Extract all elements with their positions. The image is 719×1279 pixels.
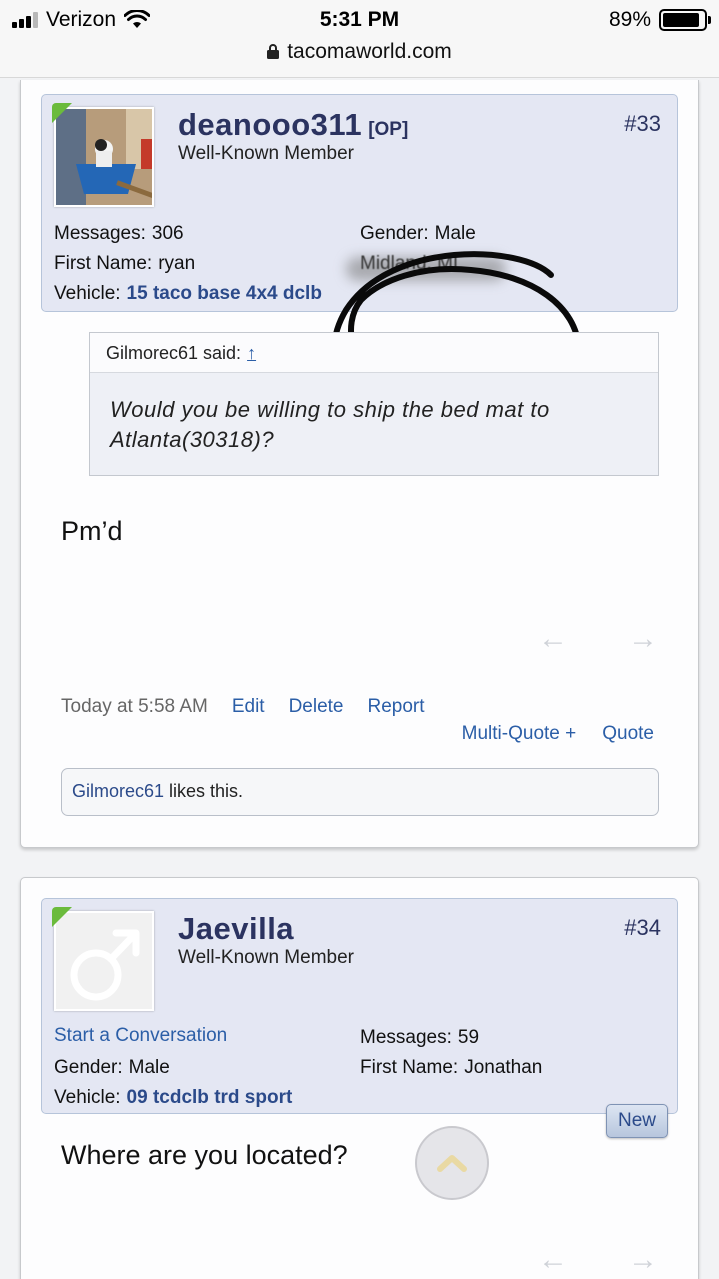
messages-value: 306 [151, 223, 184, 244]
next-arrow-icon[interactable]: → [628, 1243, 658, 1277]
username[interactable]: Jaevilla [178, 911, 294, 947]
firstname-stat: First Name: Jonathan [360, 1057, 542, 1079]
next-arrow-icon[interactable]: → [628, 622, 658, 656]
status-bar: Verizon 5:31 PM 89% tacomaworld.com [0, 0, 719, 78]
vehicle-label: Vehicle: [54, 283, 121, 304]
gender-stat: Gender: Male [54, 1057, 170, 1079]
messages-stat: Messages: 59 [360, 1027, 479, 1049]
online-indicator [52, 907, 72, 927]
firstname-value: Jonathan [464, 1057, 543, 1078]
gender-value: Male [434, 223, 476, 244]
male-avatar-icon [70, 929, 140, 1001]
quote-link[interactable]: Quote [602, 723, 654, 745]
vehicle-stat: Vehicle: 09 tcdclb trd sport [54, 1087, 292, 1109]
post-meta: Today at 5:58 AM Edit Delete Report [61, 696, 425, 718]
edit-link[interactable]: Edit [232, 696, 265, 718]
post-nav: ← → [538, 622, 658, 656]
status-right: 89% [608, 8, 711, 32]
quote-header: Gilmorec61 said: ↑ [90, 333, 658, 373]
battery-percent: 89% [608, 8, 651, 31]
vehicle-value: 09 tcdclb trd sport [126, 1087, 293, 1108]
url-text: tacomaworld.com [287, 40, 452, 63]
scroll-to-top-button[interactable] [415, 1126, 489, 1200]
firstname-label: First Name: [360, 1057, 459, 1078]
dog-in-wagon-image [56, 109, 152, 205]
firstname-stat: First Name: ryan [54, 253, 195, 275]
delete-link[interactable]: Delete [289, 696, 344, 718]
user-title: Well-Known Member [178, 947, 354, 968]
messages-label: Messages: [54, 223, 146, 244]
quote-jump-icon[interactable]: ↑ [247, 343, 256, 363]
messages-value: 59 [457, 1027, 480, 1048]
start-conversation-link[interactable]: Start a Conversation [54, 1025, 227, 1047]
vehicle-stat: Vehicle: 15 taco base 4x4 dclb [54, 283, 322, 305]
post-nav: ← → [538, 1243, 658, 1277]
vehicle-label: Vehicle: [54, 1087, 121, 1108]
gender-label: Gender: [360, 223, 429, 244]
user-title: Well-Known Member [178, 143, 354, 164]
user-info-box: Jaevilla Well-Known Member #34 Start a C… [41, 898, 678, 1114]
new-badge[interactable]: New [606, 1104, 668, 1138]
post-number[interactable]: #34 [624, 915, 661, 941]
post-message: Where are you located? [61, 1140, 348, 1170]
battery-icon [659, 9, 711, 31]
username[interactable]: deanooo311 [OP] [178, 107, 408, 143]
quote-block: Gilmorec61 said: ↑ Would you be willing t… [89, 332, 659, 476]
post-meta-actions: Multi-Quote + Quote [462, 723, 654, 745]
messages-stat: Messages: 306 [54, 223, 184, 245]
post-34: Jaevilla Well-Known Member #34 Start a C… [20, 877, 699, 1279]
likes-summary: Gilmorec61 likes this. [61, 768, 659, 816]
address-bar[interactable]: tacomaworld.com [0, 40, 719, 64]
gender-label: Gender: [54, 1057, 123, 1078]
prev-arrow-icon[interactable]: ← [538, 622, 568, 656]
multi-quote-link[interactable]: Multi-Quote + [462, 723, 577, 745]
liker-link[interactable]: Gilmorec61 [72, 781, 164, 801]
username-text[interactable]: deanooo311 [178, 107, 362, 142]
chevron-up-icon [437, 1155, 467, 1172]
post-message: Pm’d [61, 516, 123, 546]
quote-text: Would you be willing to ship the bed mat… [110, 397, 550, 452]
likes-text: likes this. [164, 781, 244, 801]
messages-label: Messages: [360, 1027, 452, 1048]
post-number[interactable]: #33 [624, 111, 661, 137]
quote-author: Gilmorec61 said: [106, 343, 242, 363]
post-33: deanooo311 [OP] Well-Known Member #33 Mes… [20, 80, 699, 848]
lock-icon [267, 44, 280, 59]
prev-arrow-icon[interactable]: ← [538, 1243, 568, 1277]
vehicle-value: 15 taco base 4x4 dclb [126, 283, 322, 304]
post-date[interactable]: Today at 5:58 AM [61, 696, 208, 718]
gender-value: Male [128, 1057, 170, 1078]
firstname-label: First Name: [54, 253, 153, 274]
firstname-value: ryan [158, 253, 196, 274]
report-link[interactable]: Report [368, 696, 425, 718]
gender-stat: Gender: Male [360, 223, 476, 245]
op-tag: [OP] [368, 119, 409, 140]
online-indicator [52, 103, 72, 123]
